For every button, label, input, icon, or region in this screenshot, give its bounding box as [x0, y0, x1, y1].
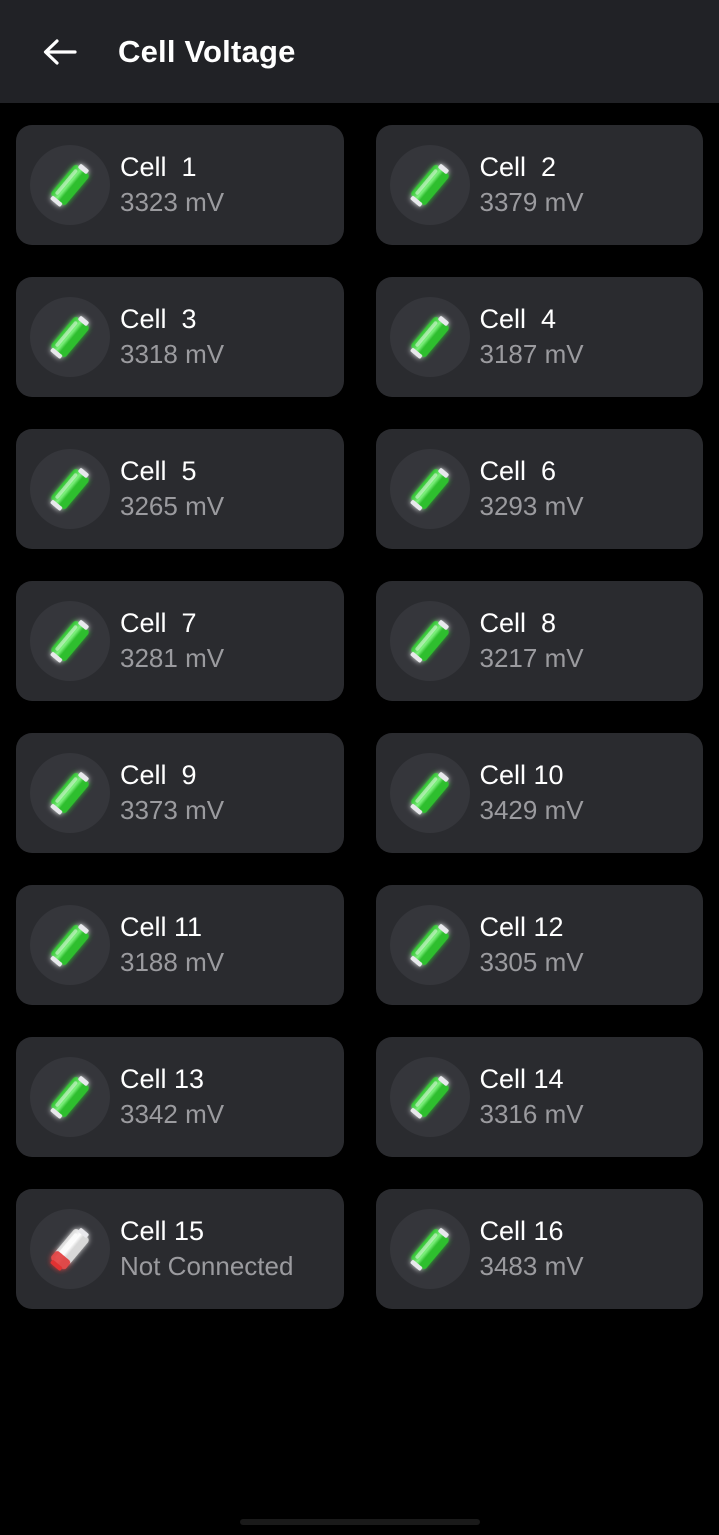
cell-card[interactable]: Cell 5 3265 mV: [16, 429, 344, 549]
cell-voltage-value: 3217 mV: [479, 642, 584, 673]
cell-info: Cell 8 3217 mV: [480, 608, 584, 675]
battery-green-icon: [389, 753, 470, 833]
cell-info: Cell 16 3483 mV: [480, 1216, 584, 1283]
cell-card[interactable]: Cell 4 3187 mV: [375, 277, 703, 397]
cell-voltage-value: 3323 mV: [120, 186, 225, 217]
cell-voltage-value: 3429 mV: [479, 794, 584, 825]
cell-info: Cell 10 3429 mV: [480, 760, 584, 827]
cell-voltage-value: 3293 mV: [479, 490, 584, 521]
cell-voltage-value: 3281 mV: [120, 642, 225, 673]
cell-voltage-value: 3379 mV: [479, 186, 584, 217]
battery-green-icon: [30, 905, 110, 985]
cell-label: Cell 12: [479, 911, 564, 942]
battery-green-icon: [30, 601, 110, 681]
cell-card[interactable]: Cell 12 3305 mV: [375, 885, 703, 1005]
battery-green-icon: [30, 753, 110, 833]
gesture-home-bar[interactable]: [239, 1519, 480, 1525]
battery-green-icon: [30, 449, 110, 529]
battery-green-icon: [389, 449, 470, 529]
cell-card[interactable]: Cell 8 3217 mV: [375, 581, 703, 701]
cell-card[interactable]: Cell 15 Not Connected: [16, 1189, 344, 1309]
cell-info: Cell 1 3323 mV: [120, 152, 224, 219]
cell-label: Cell 15: [120, 1215, 205, 1246]
back-button[interactable]: [32, 24, 88, 80]
cell-card[interactable]: Cell 13 3342 mV: [16, 1037, 344, 1157]
cell-label: Cell 7: [120, 607, 197, 638]
cell-label: Cell 2: [479, 151, 557, 182]
cell-info: Cell 14 3316 mV: [480, 1064, 584, 1131]
cell-label: Cell 9: [120, 759, 197, 790]
cell-info: Cell 6 3293 mV: [480, 456, 584, 523]
battery-green-icon: [30, 1057, 110, 1137]
cell-label: Cell 13: [120, 1063, 205, 1094]
cell-info: Cell 15 Not Connected: [120, 1216, 293, 1283]
cell-voltage-value: 3318 mV: [120, 338, 225, 369]
cell-voltage-value: 3305 mV: [479, 946, 584, 977]
cell-card[interactable]: Cell 7 3281 mV: [16, 581, 344, 701]
cell-voltage-value: Not Connected: [120, 1250, 294, 1281]
cell-card[interactable]: Cell 10 3429 mV: [375, 733, 703, 853]
cell-voltage-value: 3188 mV: [120, 946, 225, 977]
app-bar: Cell Voltage: [0, 0, 719, 103]
battery-green-icon: [389, 297, 470, 377]
battery-green-icon: [30, 297, 110, 377]
battery-red-icon: [30, 1209, 110, 1289]
battery-green-icon: [389, 145, 470, 225]
cell-info: Cell 11 3188 mV: [120, 912, 224, 979]
cell-info: Cell 5 3265 mV: [120, 456, 224, 523]
cell-info: Cell 12 3305 mV: [480, 912, 584, 979]
cell-label: Cell 10: [479, 759, 564, 790]
cell-voltage-value: 3342 mV: [120, 1098, 225, 1129]
cell-label: Cell 6: [479, 455, 557, 486]
cell-voltage-value: 3483 mV: [479, 1250, 584, 1281]
cell-label: Cell 1: [120, 151, 197, 182]
cell-card[interactable]: Cell 2 3379 mV: [375, 125, 703, 245]
cell-card[interactable]: Cell 1 3323 mV: [16, 125, 344, 245]
cell-card[interactable]: Cell 14 3316 mV: [375, 1037, 703, 1157]
cell-info: Cell 4 3187 mV: [480, 304, 584, 371]
cell-info: Cell 3 3318 mV: [120, 304, 224, 371]
page-title: Cell Voltage: [118, 33, 296, 69]
cell-info: Cell 13 3342 mV: [120, 1064, 224, 1131]
cell-label: Cell 8: [479, 607, 557, 638]
cell-label: Cell 16: [479, 1215, 564, 1246]
battery-green-icon: [389, 905, 470, 985]
cell-voltage-value: 3373 mV: [120, 794, 225, 825]
cell-label: Cell 5: [120, 455, 197, 486]
arrow-left-icon: [42, 37, 78, 67]
cell-label: Cell 3: [120, 303, 197, 334]
cell-voltage-value: 3265 mV: [120, 490, 225, 521]
cell-voltage-grid: Cell 1 3323 mV Cell 2 3379 mV Cell 3 331…: [0, 103, 719, 1309]
cell-card[interactable]: Cell 6 3293 mV: [375, 429, 703, 549]
cell-label: Cell 4: [479, 303, 557, 334]
cell-info: Cell 2 3379 mV: [480, 152, 584, 219]
cell-label: Cell 14: [479, 1063, 564, 1094]
cell-voltage-value: 3187 mV: [479, 338, 584, 369]
cell-voltage-value: 3316 mV: [479, 1098, 584, 1129]
battery-green-icon: [30, 145, 110, 225]
cell-info: Cell 7 3281 mV: [120, 608, 224, 675]
battery-green-icon: [389, 1209, 470, 1289]
cell-label: Cell 11: [120, 911, 203, 942]
cell-card[interactable]: Cell 11 3188 mV: [16, 885, 344, 1005]
cell-card[interactable]: Cell 9 3373 mV: [16, 733, 344, 853]
cell-info: Cell 9 3373 mV: [120, 760, 224, 827]
battery-green-icon: [389, 601, 470, 681]
cell-card[interactable]: Cell 16 3483 mV: [375, 1189, 703, 1309]
cell-card[interactable]: Cell 3 3318 mV: [16, 277, 344, 397]
system-navigation-area: [0, 1509, 719, 1535]
battery-green-icon: [389, 1057, 470, 1137]
